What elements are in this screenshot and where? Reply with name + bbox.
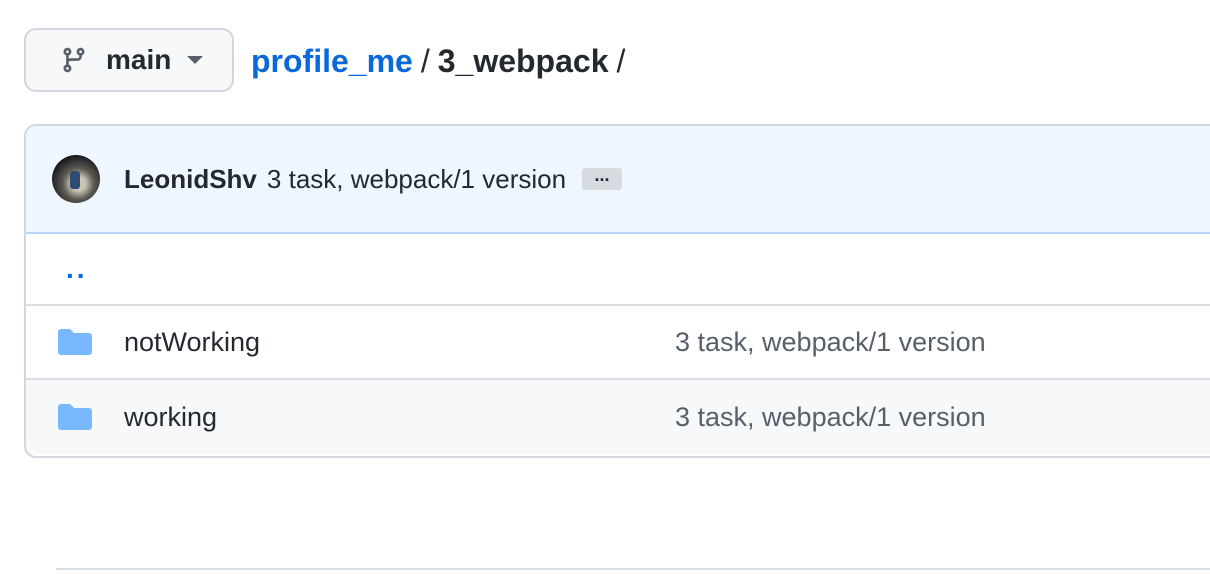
branch-name: main [106, 44, 172, 75]
commit-message-link[interactable]: 3 task, webpack/1 version [267, 164, 566, 195]
file-row[interactable]: working 3 task, webpack/1 version [26, 380, 1210, 454]
breadcrumb-trailing-separator: / [616, 43, 626, 79]
file-commit-message-link[interactable]: 3 task, webpack/1 version [675, 402, 986, 433]
folder-icon [58, 329, 92, 355]
divider [56, 568, 1210, 570]
file-row[interactable]: notWorking 3 task, webpack/1 version [26, 306, 1210, 380]
file-commit-message-link[interactable]: 3 task, webpack/1 version [675, 327, 986, 358]
breadcrumb-current-dir: 3_webpack [437, 43, 609, 79]
breadcrumb: profile_me/3_webpack / [251, 40, 633, 82]
parent-directory-link[interactable]: .. [66, 253, 88, 285]
commit-author-link[interactable]: LeonidShv [124, 164, 257, 195]
avatar[interactable] [52, 155, 100, 203]
branch-selector-button[interactable]: main [24, 28, 234, 92]
breadcrumb-repo-link[interactable]: profile_me [251, 43, 413, 79]
chevron-down-icon [187, 56, 204, 64]
parent-directory-row[interactable]: .. [26, 234, 1210, 306]
expand-commit-button[interactable]: ... [582, 166, 623, 190]
latest-commit-bar: LeonidShv 3 task, webpack/1 version ... [26, 126, 1210, 234]
breadcrumb-separator: / [420, 43, 430, 79]
file-name-link[interactable]: working [124, 402, 217, 433]
git-branch-icon [63, 47, 85, 73]
folder-icon [58, 404, 92, 430]
file-browser: LeonidShv 3 task, webpack/1 version ... … [24, 124, 1210, 458]
file-name-link[interactable]: notWorking [124, 327, 260, 358]
